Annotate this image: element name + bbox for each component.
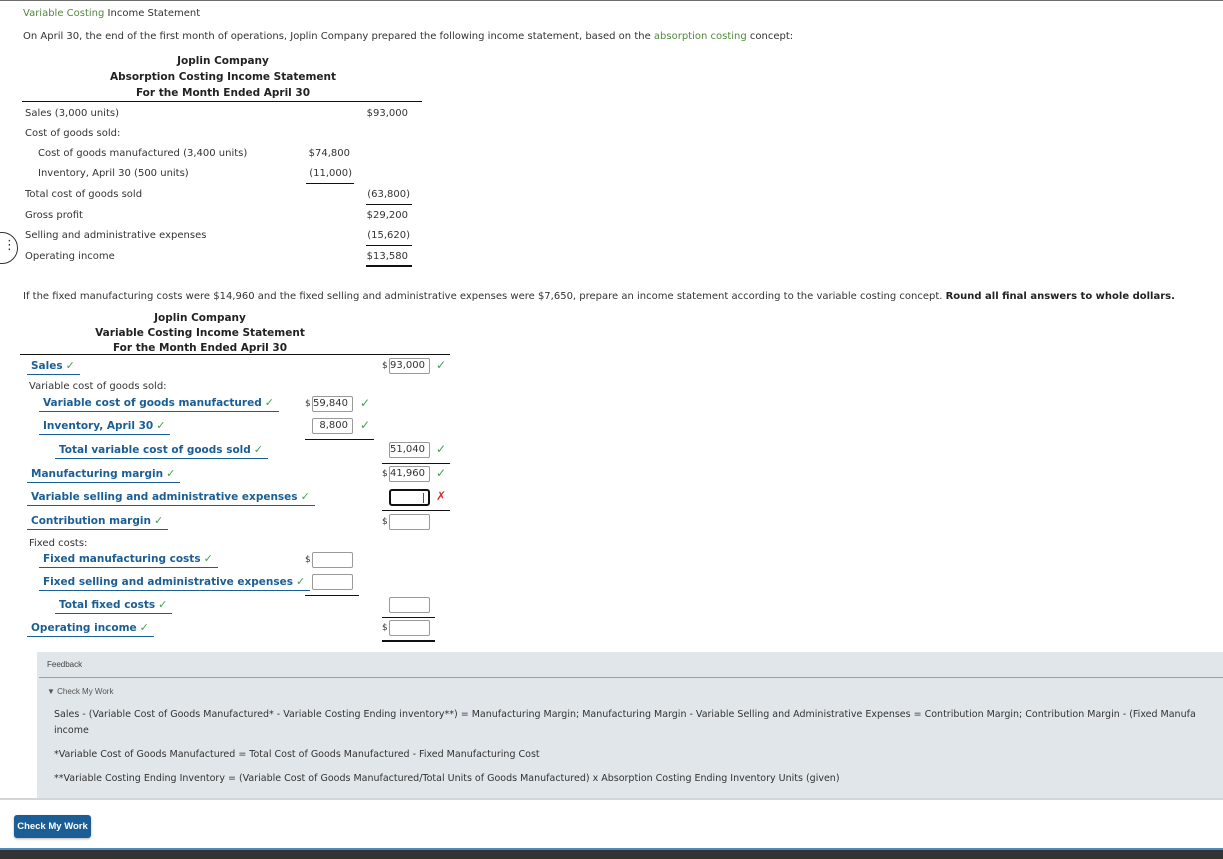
top-border [0, 0, 1223, 1]
title-link[interactable]: Variable Costing [23, 8, 104, 19]
operating-income-input[interactable] [389, 620, 430, 636]
vcogs-heading: Variable cost of goods sold: [29, 381, 167, 392]
var-sa-label-dropdown[interactable]: Variable selling and administrative expe… [27, 490, 315, 506]
abs-row-label: Operating income [25, 251, 115, 262]
dollar-sign: $ [382, 469, 388, 479]
dollar-sign: $ [305, 399, 311, 409]
var-sa-input[interactable] [389, 489, 430, 506]
abs-row-col2: (15,620) [367, 230, 410, 241]
problem-title: Variable Costing Income Statement [23, 8, 201, 19]
correct-check-icon: ✓ [436, 358, 447, 372]
subtotal-rule [382, 463, 450, 464]
footer-bar [0, 848, 1223, 859]
correct-check-icon: ✓ [436, 466, 447, 480]
header-rule [22, 101, 422, 102]
dollar-sign: $ [382, 623, 388, 633]
subtotal-rule [366, 245, 412, 246]
mfg-margin-label-dropdown[interactable]: Manufacturing margin ✓ [27, 467, 181, 483]
variable-company: Joplin Company [154, 312, 246, 324]
fixed-mfg-label-dropdown[interactable]: Fixed manufacturing costs ✓ [39, 552, 218, 568]
feedback-line: income [54, 725, 89, 736]
absorption-period: For the Month Ended April 30 [135, 87, 311, 99]
abs-row-label: Total cost of goods sold [25, 189, 143, 200]
contribution-margin-label-dropdown[interactable]: Contribution margin ✓ [27, 514, 169, 530]
inventory-input[interactable]: 8,800 [312, 418, 353, 434]
fixed-sa-input[interactable] [312, 574, 353, 590]
header-rule [20, 354, 450, 355]
dollar-sign: $ [382, 517, 388, 527]
instruction-text: If the fixed manufacturing costs were $1… [23, 291, 1175, 302]
correct-check-icon: ✓ [436, 442, 447, 456]
abs-row-label: Cost of goods sold: [25, 128, 121, 139]
text-caret [423, 493, 424, 503]
check-my-work-toggle[interactable]: ▼ Check My Work [47, 687, 113, 696]
action-bar [0, 798, 1223, 850]
check-my-work-button[interactable]: Check My Work [14, 815, 91, 838]
dollar-sign: $ [305, 555, 311, 565]
abs-row-col2: (63,800) [367, 189, 410, 200]
abs-row-col2: $13,580 [366, 251, 408, 262]
abs-row-col1: $74,800 [308, 148, 350, 159]
feedback-line: **Variable Costing Ending Inventory = (V… [54, 773, 840, 784]
subtotal-rule [305, 595, 359, 596]
intro-text: On April 30, the end of the first month … [23, 31, 794, 42]
sales-label-dropdown[interactable]: Sales ✓ [27, 359, 80, 375]
variable-statement-title: Variable Costing Income Statement [95, 327, 305, 339]
abs-row-col2: $29,200 [366, 210, 408, 221]
total-fixed-input[interactable] [389, 597, 430, 613]
incorrect-x-icon: ✗ [436, 489, 447, 503]
side-panel-toggle-icon[interactable]: ⋮ [0, 232, 18, 264]
abs-row-col2: $93,000 [366, 108, 408, 119]
total-vcogs-label-dropdown[interactable]: Total variable cost of goods sold ✓ [55, 443, 268, 459]
feedback-divider [39, 677, 1223, 678]
total-double-rule [382, 640, 435, 642]
contribution-margin-input[interactable] [389, 514, 430, 530]
abs-row-label: Gross profit [25, 210, 83, 221]
total-fixed-label-dropdown[interactable]: Total fixed costs ✓ [55, 598, 173, 614]
correct-check-icon: ✓ [360, 396, 371, 410]
subtotal-rule [382, 510, 450, 511]
fixed-mfg-input[interactable] [312, 552, 353, 568]
total-vcogs-input[interactable]: 51,040 [389, 442, 430, 458]
operating-income-label-dropdown[interactable]: Operating income ✓ [27, 621, 154, 637]
total-double-rule [366, 265, 412, 267]
absorption-statement-title: Absorption Costing Income Statement [109, 71, 337, 83]
abs-row-col1: (11,000) [309, 168, 352, 179]
vcgm-label-dropdown[interactable]: Variable cost of goods manufactured ✓ [39, 396, 279, 412]
mfg-margin-input[interactable]: 41,960 [389, 466, 430, 482]
feedback-line: Sales - (Variable Cost of Goods Manufact… [54, 709, 1196, 720]
variable-period: For the Month Ended April 30 [112, 342, 288, 354]
abs-row-label: Inventory, April 30 (500 units) [38, 168, 189, 179]
fixed-sa-label-dropdown[interactable]: Fixed selling and administrative expense… [39, 575, 311, 591]
subtotal-rule [366, 204, 412, 205]
abs-row-label: Cost of goods manufactured (3,400 units) [38, 148, 248, 159]
fixed-costs-heading: Fixed costs: [29, 538, 88, 549]
abs-row-label: Sales (3,000 units) [25, 108, 119, 119]
dollar-sign: $ [382, 361, 388, 371]
feedback-title: Feedback [47, 660, 83, 669]
absorption-company: Joplin Company [177, 55, 269, 67]
feedback-panel: Feedback ▼ Check My Work Sales - (Variab… [37, 652, 1223, 798]
subtotal-rule [305, 439, 374, 440]
absorption-costing-link[interactable]: absorption costing [654, 31, 747, 42]
sales-input[interactable]: 93,000 [389, 358, 430, 374]
inventory-label-dropdown[interactable]: Inventory, April 30 ✓ [39, 419, 171, 435]
subtotal-rule [306, 183, 354, 184]
correct-check-icon: ✓ [360, 418, 371, 432]
subtotal-rule [382, 617, 435, 618]
feedback-line: *Variable Cost of Goods Manufactured = T… [54, 749, 540, 760]
vcgm-input[interactable]: 59,840 [312, 396, 353, 412]
abs-row-label: Selling and administrative expenses [25, 230, 207, 241]
